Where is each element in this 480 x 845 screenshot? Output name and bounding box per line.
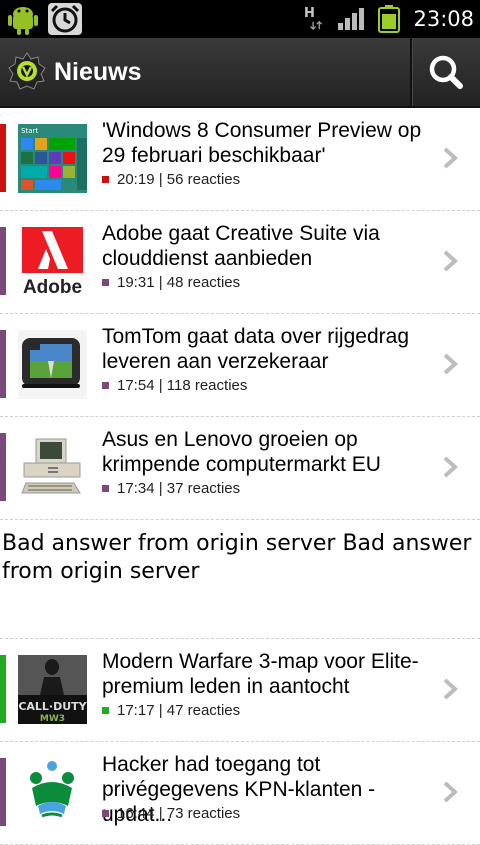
news-item[interactable]: TomTom gaat data over rijgedrag leveren … bbox=[0, 314, 480, 417]
category-bar bbox=[0, 758, 6, 826]
article-meta-text: 17:54 | 118 reacties bbox=[117, 377, 248, 394]
network-type-label: H bbox=[304, 6, 315, 21]
article-meta: 17:17 | 47 reacties bbox=[102, 702, 240, 719]
article-meta-text: 19:31 | 48 reacties bbox=[117, 274, 241, 291]
category-bar bbox=[0, 330, 6, 398]
chevron-right-icon bbox=[443, 678, 458, 700]
article-title: Asus en Lenovo groeien op krimpende comp… bbox=[102, 428, 381, 476]
tomtom-device-thumbnail bbox=[18, 330, 87, 399]
article-meta: 20:19 | 56 reacties bbox=[102, 171, 240, 188]
svg-text:MW3: MW3 bbox=[40, 714, 65, 724]
article-meta: 17:54 | 118 reacties bbox=[102, 377, 247, 394]
signal-icon bbox=[338, 8, 364, 30]
article-title: Modern Warfare 3-map voor Elite-premium … bbox=[102, 650, 419, 698]
windows8-start-thumbnail: Start bbox=[18, 124, 87, 193]
error-message-block: Bad answer from origin server Bad answer… bbox=[0, 520, 480, 639]
category-dot bbox=[102, 279, 109, 286]
category-dot bbox=[102, 382, 109, 389]
chevron-right-icon bbox=[443, 456, 458, 478]
article-meta-text: 17:34 | 37 reacties bbox=[117, 480, 241, 497]
news-item[interactable]: Asus en Lenovo groeien op krimpende comp… bbox=[0, 417, 480, 520]
chevron-right-icon bbox=[443, 147, 458, 169]
category-dot bbox=[102, 810, 109, 817]
battery-icon bbox=[378, 5, 400, 33]
category-bar bbox=[0, 433, 6, 501]
article-title: 'Windows 8 Consumer Preview op 29 februa… bbox=[102, 119, 422, 167]
news-list: Start 'Windows 8 Consumer Preview op 29 … bbox=[0, 108, 480, 845]
article-meta-text: 20:19 | 56 reacties bbox=[117, 171, 241, 188]
article-meta: 16:44 | 73 reacties bbox=[102, 805, 240, 822]
clock: 23:08 bbox=[413, 7, 474, 31]
chevron-right-icon bbox=[443, 353, 458, 375]
article-title: Adobe gaat Creative Suite via clouddiens… bbox=[102, 222, 380, 270]
hspa-icon: H bbox=[304, 6, 330, 32]
chevron-right-icon bbox=[443, 781, 458, 803]
status-bar: H 23:08 bbox=[0, 0, 480, 38]
category-bar bbox=[0, 124, 6, 192]
svg-text:Start: Start bbox=[21, 127, 38, 135]
chevron-right-icon bbox=[443, 250, 458, 272]
news-item[interactable]: Hacker had toegang tot privégegevens KPN… bbox=[0, 742, 480, 845]
action-bar: Nieuws bbox=[0, 38, 480, 108]
search-button[interactable] bbox=[413, 38, 480, 106]
category-dot bbox=[102, 176, 109, 183]
adobe-logo-text: Adobe bbox=[23, 277, 82, 296]
article-meta-text: 17:17 | 47 reacties bbox=[117, 702, 241, 719]
alarm-icon bbox=[48, 3, 82, 35]
category-bar bbox=[0, 655, 6, 723]
error-message: Bad answer from origin server Bad answer… bbox=[2, 531, 472, 584]
category-dot bbox=[102, 485, 109, 492]
adobe-logo-thumbnail: Adobe bbox=[18, 227, 87, 296]
article-meta: 19:31 | 48 reacties bbox=[102, 274, 240, 291]
android-icon bbox=[8, 7, 38, 35]
news-item[interactable]: Start 'Windows 8 Consumer Preview op 29 … bbox=[0, 108, 480, 211]
article-title: TomTom gaat data over rijgedrag leveren … bbox=[102, 325, 409, 373]
article-meta-text: 16:44 | 73 reacties bbox=[117, 805, 241, 822]
call-of-duty-mw3-thumbnail: CALL·DUTY MW3 bbox=[18, 655, 87, 724]
search-icon bbox=[429, 55, 463, 89]
news-item[interactable]: CALL·DUTY MW3 Modern Warfare 3-map voor … bbox=[0, 639, 480, 742]
tweakers-logo-icon bbox=[8, 52, 46, 90]
news-item[interactable]: Adobe Adobe gaat Creative Suite via clou… bbox=[0, 211, 480, 314]
category-bar bbox=[0, 227, 6, 295]
article-meta: 17:34 | 37 reacties bbox=[102, 480, 240, 497]
category-dot bbox=[102, 707, 109, 714]
page-title: Nieuws bbox=[54, 58, 142, 86]
svg-text:CALL·DUTY: CALL·DUTY bbox=[18, 700, 87, 713]
kpn-crown-logo-thumbnail bbox=[18, 758, 87, 827]
vintage-pc-thumbnail bbox=[18, 433, 87, 502]
